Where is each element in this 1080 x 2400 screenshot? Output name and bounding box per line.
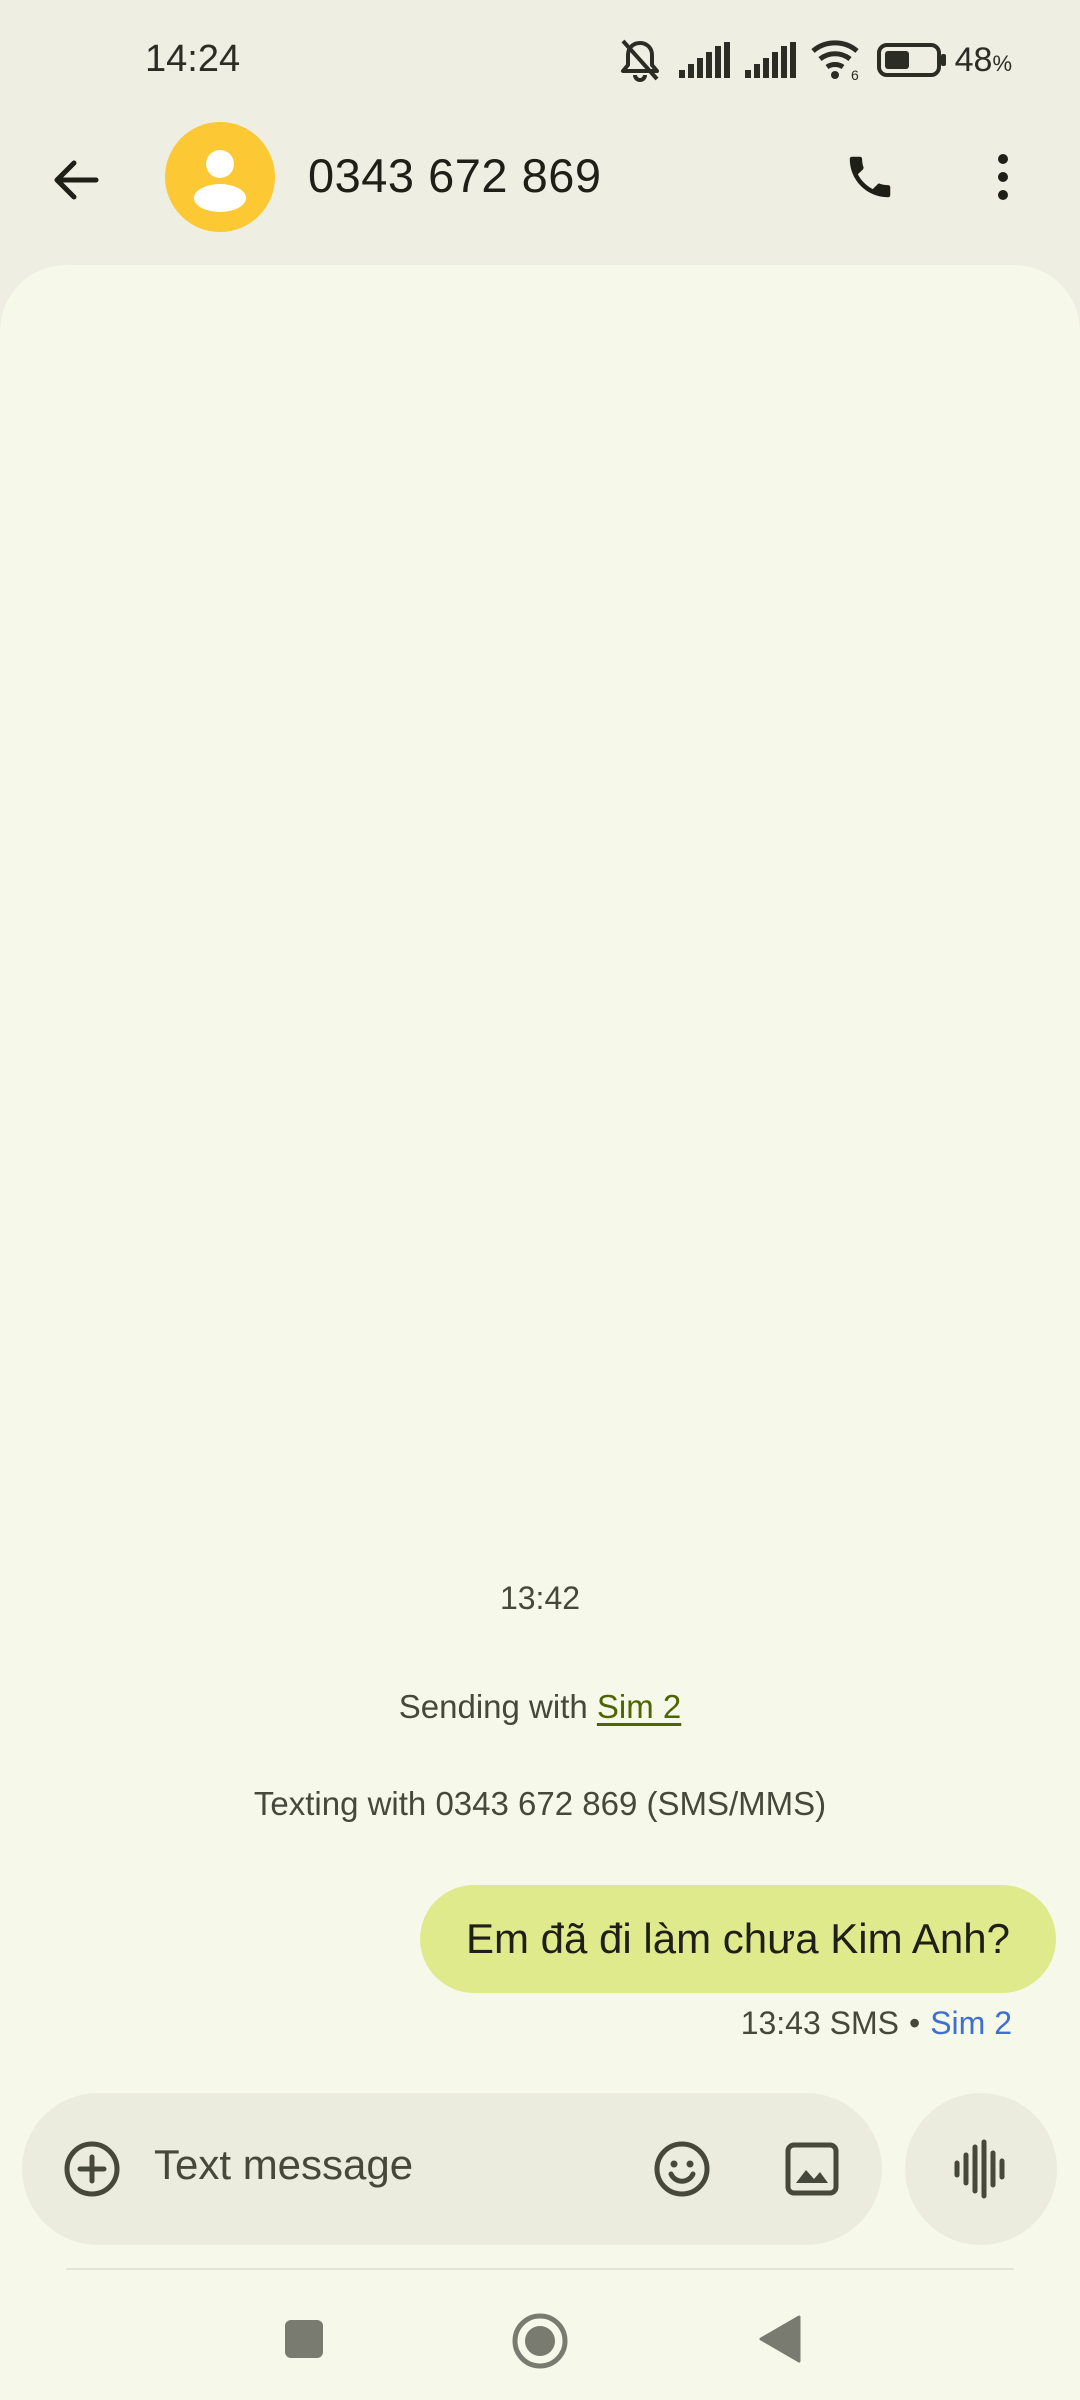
message-sim: Sim 2 bbox=[930, 2005, 1012, 2041]
add-circle-icon bbox=[64, 2141, 120, 2197]
status-time: 14:24 bbox=[145, 38, 241, 80]
message-input[interactable]: Text message bbox=[154, 2141, 413, 2189]
message-meta: 13:43 SMS • Sim 2 bbox=[741, 2005, 1012, 2042]
more-options-button[interactable] bbox=[968, 142, 1038, 212]
sending-with-prefix: Sending with bbox=[398, 1688, 597, 1725]
outgoing-message-bubble[interactable]: Em đã đi làm chưa Kim Anh? bbox=[419, 1885, 1056, 1993]
recents-button[interactable] bbox=[280, 2315, 328, 2363]
avatar[interactable] bbox=[165, 122, 275, 232]
nav-divider bbox=[66, 2268, 1014, 2270]
back-arrow-icon bbox=[54, 160, 99, 200]
conversation-area[interactable]: 13:42 Sending with Sim 2 Texting with 03… bbox=[0, 265, 1080, 2400]
more-vert-icon bbox=[998, 154, 1008, 200]
back-button[interactable] bbox=[40, 145, 110, 215]
sim-selector-link[interactable]: Sim 2 bbox=[597, 1688, 681, 1725]
emoji-button[interactable] bbox=[647, 2134, 717, 2204]
gallery-icon bbox=[785, 2142, 839, 2196]
gallery-button[interactable] bbox=[777, 2134, 847, 2204]
system-nav-bar bbox=[0, 2285, 1080, 2400]
phone-icon bbox=[849, 156, 891, 198]
status-bar: 14:24 6 48% bbox=[0, 0, 1080, 120]
person-icon bbox=[194, 150, 246, 212]
home-circle-icon bbox=[512, 2313, 568, 2369]
message-type: SMS bbox=[829, 2005, 899, 2041]
recents-square-icon bbox=[285, 2320, 323, 2358]
status-icons: 6 48% bbox=[601, 34, 1012, 86]
battery-icon bbox=[876, 43, 947, 77]
contact-title[interactable]: 0343 672 869 bbox=[308, 148, 602, 203]
voice-message-button[interactable] bbox=[905, 2093, 1057, 2245]
home-button[interactable] bbox=[508, 2309, 572, 2373]
mute-icon bbox=[615, 37, 665, 83]
conversation-header: 0343 672 869 bbox=[0, 120, 1080, 270]
attach-button[interactable] bbox=[57, 2134, 127, 2204]
voice-icon bbox=[954, 2139, 1005, 2199]
signal-sim2-icon bbox=[744, 42, 797, 78]
system-back-button[interactable] bbox=[752, 2311, 808, 2367]
messages-screen: 14:24 6 48% 0343 672 869 13:42 Sending w… bbox=[0, 0, 1080, 2400]
message-time: 13:43 bbox=[740, 2005, 821, 2041]
wifi-6-icon: 6 bbox=[810, 39, 863, 81]
back-triangle-icon bbox=[759, 2315, 801, 2363]
sending-with-notice: Sending with Sim 2 bbox=[0, 1688, 1080, 1726]
composer: Text message bbox=[22, 2093, 882, 2245]
meta-separator: • bbox=[909, 2005, 921, 2041]
time-divider: 13:42 bbox=[499, 1580, 581, 1616]
texting-with-notice: Texting with 0343 672 869 (SMS/MMS) bbox=[253, 1785, 827, 1822]
svg-text:6: 6 bbox=[851, 67, 859, 81]
call-button[interactable] bbox=[835, 142, 905, 212]
signal-sim1-icon bbox=[678, 42, 731, 78]
emoji-icon bbox=[654, 2141, 710, 2197]
battery-percent: 48% bbox=[954, 40, 1012, 79]
